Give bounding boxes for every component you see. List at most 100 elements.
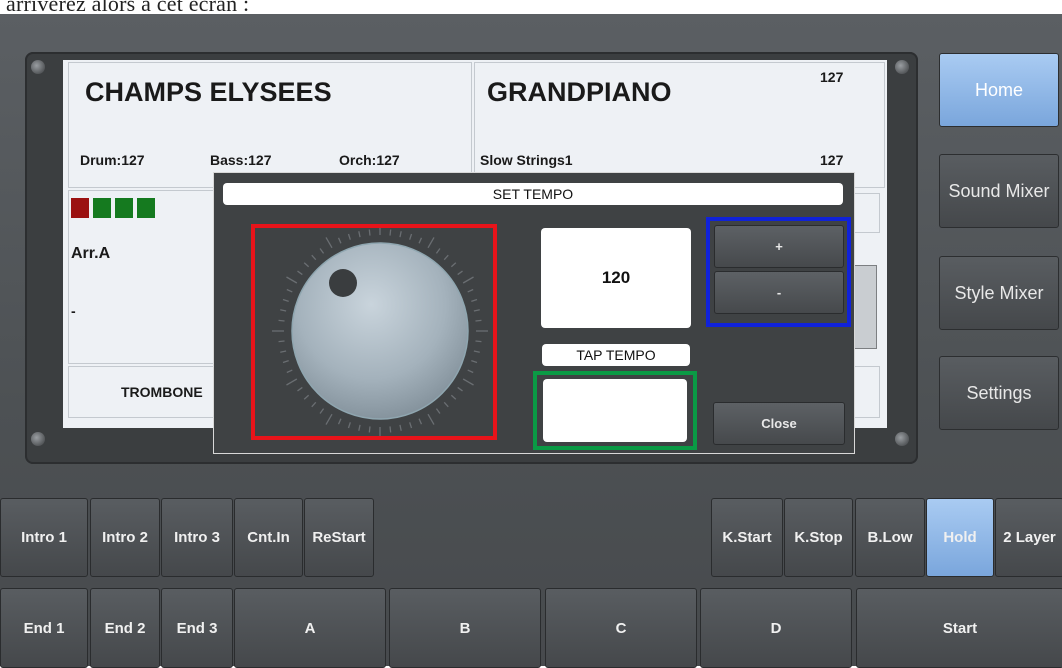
knob-tick	[467, 288, 474, 293]
knob-tick	[409, 422, 413, 429]
tempo-plus-button[interactable]: +	[714, 225, 844, 268]
knob-tick	[337, 237, 342, 244]
layer-name: Slow Strings1	[480, 152, 573, 168]
knob-tick	[368, 229, 371, 236]
knob-tick	[282, 360, 289, 364]
style-mixer-button[interactable]: Style Mixer	[939, 256, 1059, 330]
knob-tick	[325, 413, 333, 425]
knob-position-dot	[329, 269, 357, 297]
knob-tick	[457, 386, 463, 392]
knob-tick	[435, 408, 441, 414]
knob-tick	[303, 394, 310, 400]
knob-tick	[435, 248, 441, 254]
style-name: CHAMPS ELYSEES	[85, 77, 332, 107]
hold-button[interactable]: Hold	[926, 498, 994, 577]
end2-button[interactable]: End 2	[90, 588, 160, 668]
sound-mixer-button[interactable]: Sound Mixer	[939, 154, 1059, 228]
knob-tick	[319, 408, 325, 414]
style-panel[interactable]: CHAMPS ELYSEES Drum:127 Bass:127 Orch:12…	[68, 62, 472, 188]
end1-button[interactable]: End 1	[0, 588, 88, 668]
knob-tick	[286, 288, 293, 293]
two-layer-button[interactable]: 2 Layer	[995, 498, 1062, 577]
tempo-minus-button[interactable]: -	[714, 271, 844, 314]
bass-level: Bass:127	[210, 152, 272, 168]
knob-tick	[286, 378, 298, 386]
orch-level: Orch:127	[339, 152, 400, 168]
restart-button[interactable]: ReStart	[304, 498, 374, 577]
knob-tick	[473, 350, 480, 353]
screw-icon	[31, 432, 45, 446]
start-button[interactable]: Start	[856, 588, 1062, 668]
knob-tick	[418, 418, 423, 425]
knob-tick	[280, 350, 287, 353]
variation-d-button[interactable]: D	[700, 588, 852, 668]
dialog-title: SET TEMPO	[223, 183, 843, 205]
blow-button[interactable]: B.Low	[855, 498, 925, 577]
layer-volume: 127	[820, 152, 844, 168]
knob-tick	[303, 262, 310, 268]
knob-tick	[311, 401, 317, 408]
indicator-red	[71, 198, 89, 218]
knob-tick	[450, 262, 457, 268]
knob-tick	[443, 254, 449, 261]
kstart-button[interactable]: K.Start	[711, 498, 783, 577]
tempo-step-controls: + -	[706, 217, 851, 327]
knob-tick	[462, 276, 474, 284]
knob-tick	[443, 401, 449, 408]
knob-tick	[319, 248, 325, 254]
screw-icon	[895, 432, 909, 446]
knob-tick	[347, 233, 351, 240]
knob-tick	[427, 413, 435, 425]
knob-tick	[462, 378, 474, 386]
knob-tick	[471, 298, 478, 302]
tempo-value-display: 120	[541, 228, 691, 328]
voice-volume: 127	[820, 69, 844, 85]
kstop-button[interactable]: K.Stop	[784, 498, 853, 577]
lower-voice-name: TROMBONE	[121, 384, 203, 400]
knob-tick	[471, 360, 478, 364]
tempo-knob[interactable]	[255, 223, 493, 439]
screw-icon	[31, 60, 45, 74]
close-button[interactable]: Close	[713, 402, 845, 445]
tap-tempo-area	[533, 371, 697, 450]
knob-tick	[409, 233, 413, 240]
variation-c-button[interactable]: C	[545, 588, 697, 668]
knob-tick	[427, 237, 435, 249]
tap-tempo-label: TAP TEMPO	[542, 344, 690, 366]
intro1-button[interactable]: Intro 1	[0, 498, 88, 577]
knob-tick	[278, 340, 285, 343]
knob-tick	[282, 298, 289, 302]
variation-a-button[interactable]: A	[234, 588, 386, 668]
knob-tick	[368, 426, 371, 433]
knob-tick	[325, 237, 333, 249]
knob-tick	[297, 386, 303, 392]
arrangement-label: Arr.A	[71, 245, 111, 262]
end3-button[interactable]: End 3	[161, 588, 233, 668]
knob-tick	[399, 231, 402, 238]
knob-tick	[297, 270, 303, 276]
set-tempo-dialog: SET TEMPO 120 + - TAP TEMPO Close	[213, 172, 855, 454]
indicator-green	[137, 198, 155, 218]
arrangement-dash: -	[71, 303, 76, 319]
tap-tempo-pad[interactable]	[543, 379, 687, 442]
indicator-green	[93, 198, 111, 218]
settings-button[interactable]: Settings	[939, 356, 1059, 430]
knob-tick	[467, 369, 474, 374]
knob-tick	[337, 418, 342, 425]
variation-b-button[interactable]: B	[389, 588, 541, 668]
knob-tick	[389, 229, 392, 236]
knob-tick	[475, 340, 482, 343]
intro2-button[interactable]: Intro 2	[90, 498, 160, 577]
drum-level: Drum:127	[80, 152, 145, 168]
tempo-knob-area	[251, 223, 497, 440]
knob-tick	[286, 276, 298, 284]
count-in-button[interactable]: Cnt.In	[234, 498, 303, 577]
knob-tick	[475, 319, 482, 322]
intro3-button[interactable]: Intro 3	[161, 498, 233, 577]
home-button[interactable]: Home	[939, 53, 1059, 127]
knob-tick	[389, 426, 392, 433]
voice-panel[interactable]: GRANDPIANO 127 Slow Strings1 127	[474, 62, 885, 188]
knob-tick	[358, 424, 361, 431]
knob-tick	[457, 270, 463, 276]
knob-tick	[347, 422, 351, 429]
